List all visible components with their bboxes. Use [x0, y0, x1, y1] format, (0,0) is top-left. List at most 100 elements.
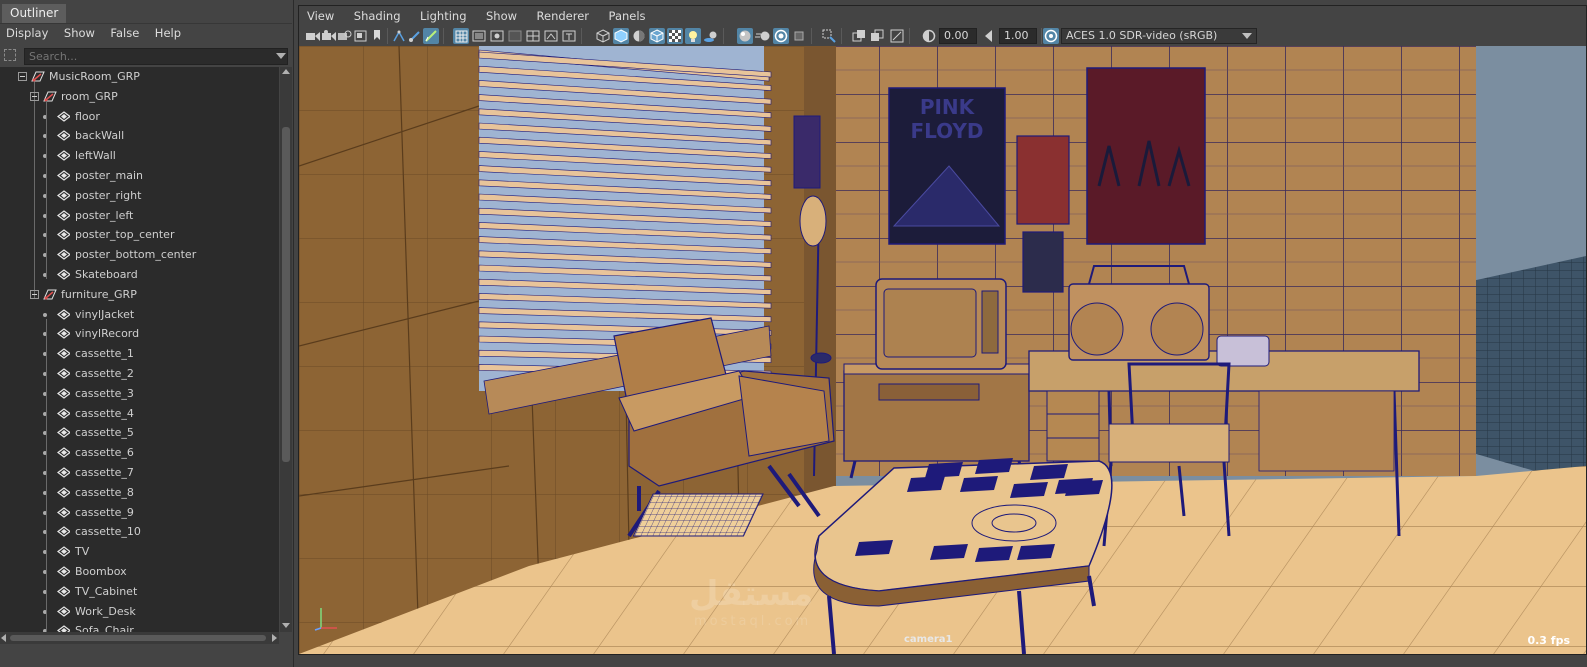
panel-menu-panels[interactable]: Panels	[601, 6, 654, 26]
xray-active-components-icon[interactable]	[869, 28, 885, 44]
screen-space-ao-icon[interactable]	[737, 28, 753, 44]
outliner-group-row[interactable]: room_GRP	[0, 87, 279, 106]
resolution-gate-icon[interactable]	[489, 28, 505, 44]
default-material-icon[interactable]	[631, 28, 647, 44]
xray-joints-icon[interactable]	[889, 28, 905, 44]
outliner-item-row[interactable]: Boombox	[0, 562, 279, 581]
3d-viewport[interactable]: PINK FLOYD مستقل mostaql.com camera1 0.3…	[299, 46, 1586, 654]
2d-pan-zoom-icon[interactable]	[391, 28, 407, 44]
grease-pencil-icon[interactable]	[407, 28, 423, 44]
outliner-item-row[interactable]: cassette_2	[0, 364, 279, 383]
scroll-up-arrow-icon[interactable]	[282, 69, 290, 74]
gamma-icon[interactable]	[981, 28, 997, 44]
scroll-right-arrow-icon[interactable]	[272, 634, 277, 642]
outliner-item-row[interactable]: Work_Desk	[0, 602, 279, 621]
film-gate-icon[interactable]	[471, 28, 487, 44]
depth-of-field-icon[interactable]	[791, 28, 807, 44]
outliner-item-row[interactable]: cassette_4	[0, 404, 279, 423]
wireframe-on-shaded-icon[interactable]	[649, 28, 665, 44]
color-management-icon[interactable]	[1043, 28, 1059, 44]
safe-action-icon[interactable]	[543, 28, 559, 44]
collapse-toggle-icon[interactable]	[18, 72, 27, 81]
outliner-item-row[interactable]: poster_left	[0, 206, 279, 225]
panel-menu-renderer[interactable]: Renderer	[529, 6, 598, 26]
outliner-item-row[interactable]: poster_main	[0, 166, 279, 185]
outliner-menu-help[interactable]: Help	[149, 24, 187, 44]
outliner-menu-display[interactable]: Display	[0, 24, 54, 44]
outliner-item-label: backWall	[75, 129, 125, 143]
anti-aliasing-icon[interactable]	[773, 28, 789, 44]
outliner-item-row[interactable]: floor	[0, 107, 279, 126]
outliner-item-row[interactable]: cassette_9	[0, 503, 279, 522]
panel-menu-view[interactable]: View	[299, 6, 342, 26]
outliner-item-row[interactable]: poster_top_center	[0, 225, 279, 244]
smooth-shade-icon[interactable]	[613, 28, 629, 44]
bookmark-flag-icon[interactable]	[369, 28, 385, 44]
outliner-item-row[interactable]: cassette_3	[0, 384, 279, 403]
outliner-item-row[interactable]: vinylJacket	[0, 305, 279, 324]
outliner-menu-false[interactable]: False	[104, 24, 145, 44]
outliner-menu-show[interactable]: Show	[58, 24, 101, 44]
outliner-item-row[interactable]: cassette_1	[0, 344, 279, 363]
exposure-icon[interactable]	[921, 28, 937, 44]
group-transform-icon	[31, 71, 45, 82]
toolbar-separator	[909, 28, 910, 44]
panel-menu-shading[interactable]: Shading	[346, 6, 409, 26]
select-camera-icon[interactable]	[305, 28, 321, 44]
outliner-item-row[interactable]: TV	[0, 542, 279, 561]
fps-readout: 0.3 fps	[1527, 634, 1570, 647]
gamma-field[interactable]: 1.00	[999, 28, 1037, 44]
outliner-item-row[interactable]: Skateboard	[0, 265, 279, 284]
outliner-item-row[interactable]: backWall	[0, 126, 279, 145]
gate-mask-icon[interactable]	[507, 28, 523, 44]
field-chart-icon[interactable]	[525, 28, 541, 44]
outliner-item-row[interactable]: vinylRecord	[0, 324, 279, 343]
safe-title-icon[interactable]	[561, 28, 577, 44]
outliner-item-row[interactable]: cassette_10	[0, 522, 279, 541]
collapse-toggle-icon[interactable]	[30, 289, 39, 299]
xray-icon[interactable]	[851, 28, 867, 44]
isolate-select-icon[interactable]	[821, 28, 837, 44]
outliner-search-input[interactable]	[24, 48, 288, 65]
outliner-item-row[interactable]: cassette_5	[0, 423, 279, 442]
outliner-item-row[interactable]: cassette_7	[0, 463, 279, 482]
outliner-search-row	[0, 46, 292, 67]
outliner-vertical-scrollbar[interactable]	[280, 67, 292, 632]
outliner-item-row[interactable]: TV_Cabinet	[0, 582, 279, 601]
grid-toggle-icon[interactable]	[453, 28, 469, 44]
outliner-item-row[interactable]: poster_bottom_center	[0, 245, 279, 264]
scroll-down-arrow-icon[interactable]	[282, 623, 290, 628]
motion-blur-icon[interactable]	[755, 28, 771, 44]
camera-attributes-icon[interactable]	[321, 28, 337, 44]
scrollbar-thumb[interactable]	[10, 635, 266, 641]
bookmarks-icon[interactable]	[337, 28, 353, 44]
outliner-item-row[interactable]: poster_right	[0, 186, 279, 205]
outliner-group-row[interactable]: furniture_GRP	[0, 285, 279, 304]
viewport-panel: View Shading Lighting Show Renderer Pane…	[298, 5, 1587, 655]
collapse-toggle-icon[interactable]	[30, 91, 39, 101]
wireframe-shading-icon[interactable]	[595, 28, 611, 44]
chevron-down-icon	[1242, 33, 1252, 39]
textured-icon[interactable]	[667, 28, 683, 44]
exposure-field[interactable]: 0.00	[939, 28, 977, 44]
shadows-icon[interactable]	[703, 28, 719, 44]
color-space-select[interactable]: ACES 1.0 SDR-video (sRGB)	[1061, 28, 1257, 44]
image-plane-icon[interactable]	[353, 28, 369, 44]
outliner-item-row[interactable]: cassette_6	[0, 443, 279, 462]
search-dropdown-arrow-icon[interactable]	[276, 53, 286, 59]
camera-label: camera1	[904, 634, 953, 645]
outliner-item-row[interactable]: cassette_8	[0, 483, 279, 502]
pencil-draw-icon[interactable]	[423, 28, 439, 44]
scrollbar-thumb[interactable]	[282, 127, 290, 462]
outliner-tab[interactable]: Outliner	[2, 4, 67, 23]
outliner-horizontal-scrollbar[interactable]	[0, 632, 279, 644]
scroll-left-arrow-icon[interactable]	[1, 634, 6, 642]
panel-menu-lighting[interactable]: Lighting	[412, 6, 474, 26]
filter-icon[interactable]	[4, 49, 16, 61]
outliner-group-row[interactable]: MusicRoom_GRP	[0, 67, 279, 86]
group-transform-icon	[43, 289, 57, 300]
panel-menu-show[interactable]: Show	[478, 6, 525, 26]
use-all-lights-icon[interactable]	[685, 28, 701, 44]
outliner-item-row[interactable]: Sofa_Chair	[0, 621, 279, 632]
outliner-item-row[interactable]: leftWall	[0, 146, 279, 165]
